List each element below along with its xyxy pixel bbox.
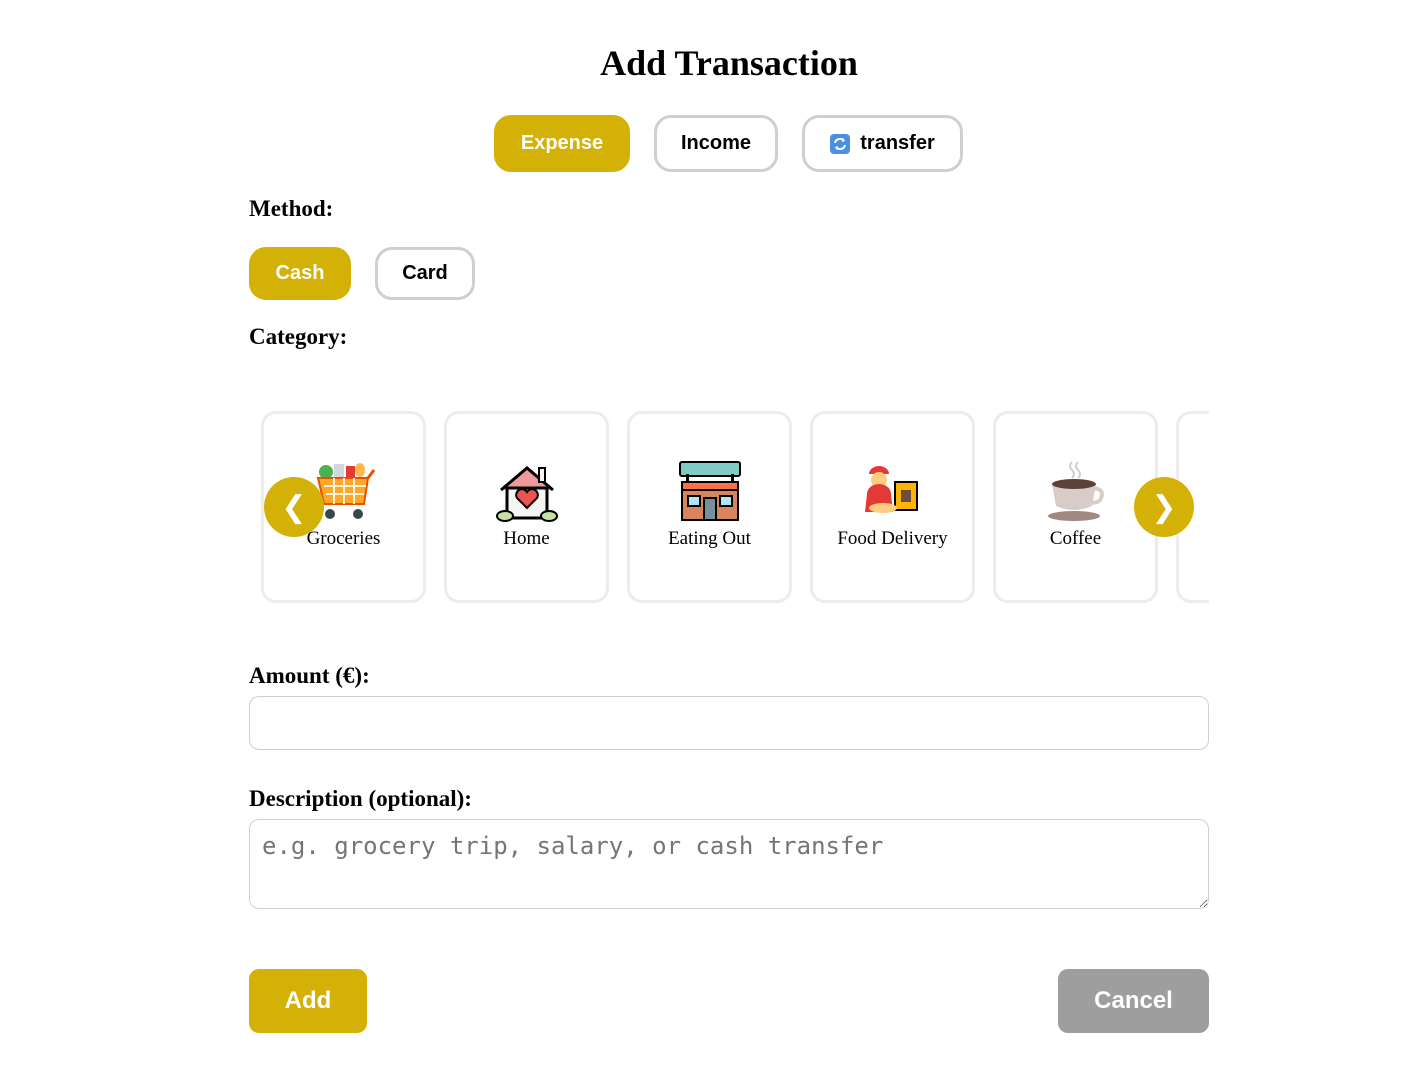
carousel-next-button[interactable]: ❯ xyxy=(1134,477,1194,537)
tab-transfer[interactable]: transfer xyxy=(802,115,963,172)
tab-expense[interactable]: Expense xyxy=(494,115,630,172)
tab-income-label: Income xyxy=(680,132,752,154)
category-name: Eating Out xyxy=(668,528,751,549)
category-name: Groceries xyxy=(306,528,381,549)
page-title: Add Transaction xyxy=(600,43,858,83)
tab-transfer-label: transfer xyxy=(860,132,935,154)
restaurant-icon xyxy=(678,461,741,521)
category-name: Coffee xyxy=(1049,528,1102,549)
category-name: Home xyxy=(503,528,550,549)
amount-input[interactable] xyxy=(249,696,1209,750)
tab-income[interactable]: Income xyxy=(654,115,778,172)
chevron-right-icon: ❯ xyxy=(1151,489,1177,525)
sync-icon xyxy=(830,133,851,154)
method-card-button[interactable]: Card xyxy=(375,247,475,300)
category-card-food-delivery[interactable]: Food Delivery xyxy=(810,411,975,603)
category-label: Category: xyxy=(249,324,348,349)
tab-expense-label: Expense xyxy=(520,132,604,154)
method-cash-button[interactable]: Cash xyxy=(249,247,351,300)
house-icon xyxy=(495,466,558,522)
method-label: Method: xyxy=(249,196,334,221)
category-card-eating-out[interactable]: Eating Out xyxy=(627,411,792,603)
category-card-home[interactable]: Home xyxy=(444,411,609,603)
add-button[interactable]: Add xyxy=(249,969,367,1033)
description-field[interactable] xyxy=(249,819,1209,909)
category-name: Food Delivery xyxy=(837,528,948,549)
method-card-label: Card xyxy=(402,262,448,284)
description-label: Description (optional): xyxy=(249,786,472,811)
coffee-cup-icon xyxy=(1047,461,1104,521)
cancel-button[interactable]: Cancel xyxy=(1058,969,1209,1033)
carousel-prev-button[interactable]: ❮ xyxy=(264,477,324,537)
category-carousel: Groceries Home Eating Out Food Delivery … xyxy=(249,400,1209,615)
delivery-person-icon xyxy=(864,466,918,513)
amount-label: Amount (€): xyxy=(249,663,370,688)
chevron-left-icon: ❮ xyxy=(281,489,307,525)
method-cash-label: Cash xyxy=(275,262,325,284)
